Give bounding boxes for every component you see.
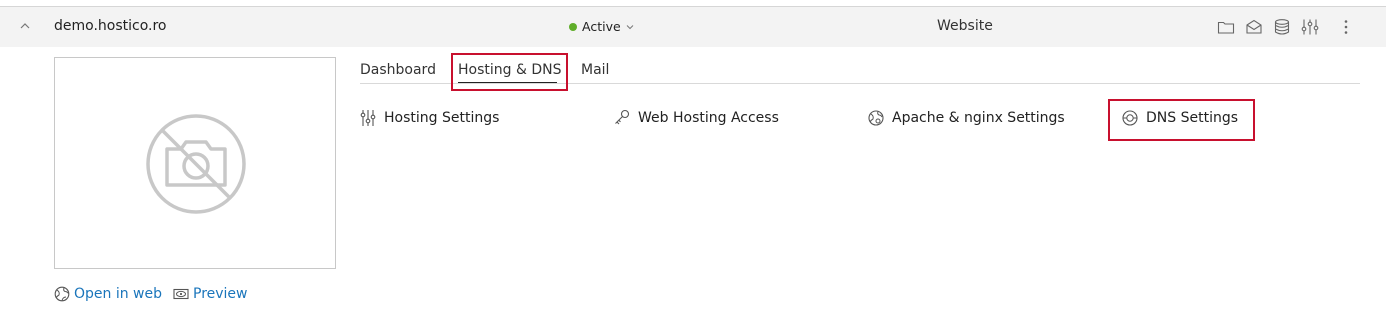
globe-icon	[54, 286, 70, 302]
open-in-web-link[interactable]: Open in web	[54, 286, 162, 302]
tab-dashboard[interactable]: Dashboard	[360, 62, 436, 78]
web-hosting-access-link[interactable]: Web Hosting Access	[614, 109, 779, 127]
no-screenshot-icon	[146, 114, 246, 214]
highlight-box-dns	[1108, 99, 1255, 141]
web-hosting-access-label: Web Hosting Access	[638, 110, 779, 126]
chevron-up-icon[interactable]	[20, 21, 30, 31]
open-in-web-label: Open in web	[74, 286, 163, 302]
chevron-down-icon	[626, 24, 634, 29]
key-icon	[615, 109, 630, 125]
site-preview-thumbnail	[54, 57, 336, 269]
more-vertical-icon[interactable]	[1337, 18, 1355, 36]
status-dropdown[interactable]: Active	[569, 19, 634, 34]
subscription-header: demo.hostico.ro Active Website	[0, 7, 1386, 47]
folder-icon[interactable]	[1217, 18, 1235, 36]
tab-mail[interactable]: Mail	[581, 62, 609, 78]
domain-name[interactable]: demo.hostico.ro	[54, 18, 167, 34]
highlight-box-tab	[451, 53, 568, 91]
mail-icon[interactable]	[1245, 18, 1263, 36]
hosting-settings-link[interactable]: Hosting Settings	[360, 109, 499, 127]
status-label: Active	[582, 19, 621, 34]
globe-gear-icon	[868, 110, 884, 126]
database-icon[interactable]	[1273, 18, 1291, 36]
apache-nginx-settings-label: Apache & nginx Settings	[892, 110, 1065, 126]
eye-icon	[173, 288, 189, 300]
preview-link[interactable]: Preview	[173, 286, 248, 302]
site-type-label: Website	[937, 18, 993, 34]
sliders-icon	[360, 110, 376, 126]
sliders-icon[interactable]	[1301, 18, 1319, 36]
hosting-settings-label: Hosting Settings	[384, 110, 500, 126]
status-dot-icon	[569, 22, 577, 31]
apache-nginx-settings-link[interactable]: Apache & nginx Settings	[868, 109, 1065, 127]
preview-label: Preview	[193, 286, 248, 302]
